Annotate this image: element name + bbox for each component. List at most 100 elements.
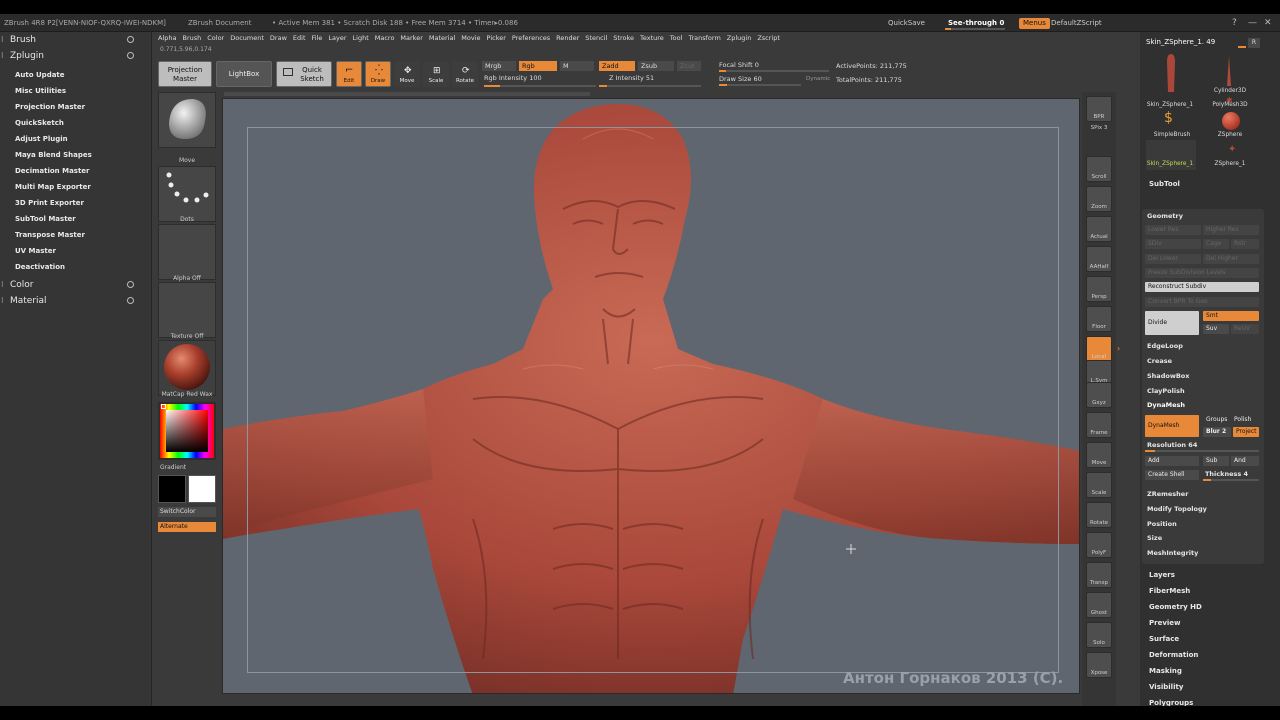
- crease-section[interactable]: Crease: [1147, 357, 1172, 365]
- menu-item[interactable]: Zplugin: [727, 32, 752, 44]
- subpalette-polygroups[interactable]: Polygroups: [1140, 696, 1266, 706]
- color-marker[interactable]: [161, 404, 166, 409]
- menu-item[interactable]: Zscript: [757, 32, 780, 44]
- draw-size-track[interactable]: [719, 84, 801, 86]
- groups-button[interactable]: Groups: [1203, 415, 1231, 425]
- create-shell-button[interactable]: Create Shell: [1145, 470, 1199, 480]
- right-tray-handle[interactable]: ›: [1117, 344, 1123, 384]
- modify-topology-section[interactable]: Modify Topology: [1147, 505, 1207, 513]
- refresh-icon[interactable]: [127, 52, 134, 59]
- menu-item[interactable]: Brush: [182, 32, 201, 44]
- switch-color-button[interactable]: SwitchColor: [158, 507, 216, 517]
- subpalette-masking[interactable]: Masking: [1140, 664, 1266, 679]
- thickness-track[interactable]: [1203, 479, 1259, 481]
- refresh-icon[interactable]: [127, 36, 134, 43]
- lightbox-button[interactable]: LightBox: [216, 61, 272, 87]
- alternate-button[interactable]: Alternate: [158, 522, 216, 532]
- plugin-item[interactable]: Maya Blend Shapes: [0, 147, 151, 163]
- resolution-track[interactable]: [1145, 450, 1259, 452]
- del-higher-button[interactable]: Del Higher: [1203, 254, 1259, 264]
- m-button[interactable]: M: [560, 61, 594, 71]
- color-picker[interactable]: [158, 402, 216, 460]
- rstr-button[interactable]: Rstr: [1231, 239, 1259, 249]
- plugin-item[interactable]: Transpose Master: [0, 227, 151, 243]
- tool-thumb-skin[interactable]: [1144, 52, 1198, 96]
- menu-item[interactable]: Preferences: [512, 32, 550, 44]
- reconstruct-subdiv-button[interactable]: Reconstruct Subdiv: [1145, 282, 1259, 292]
- see-through-track[interactable]: [945, 28, 1005, 30]
- z-intensity-track[interactable]: [599, 85, 701, 87]
- menu-item[interactable]: Edit: [293, 32, 306, 44]
- del-lower-button[interactable]: Del Lower: [1145, 254, 1201, 264]
- plugin-item[interactable]: Multi Map Exporter: [0, 179, 151, 195]
- menu-item[interactable]: Movie: [461, 32, 480, 44]
- viewport-canvas[interactable]: Антон Горнаков 2013 (C).: [222, 98, 1080, 694]
- menu-item[interactable]: Color: [207, 32, 224, 44]
- default-zscript-button[interactable]: DefaultZScript: [1047, 18, 1106, 29]
- convert-bpr-button[interactable]: Convert BPR To Geo: [1145, 297, 1259, 307]
- position-section[interactable]: Position: [1147, 520, 1177, 528]
- menu-item[interactable]: Picker: [487, 32, 506, 44]
- draw-button[interactable]: ⁛ Draw: [365, 61, 391, 87]
- divide-button[interactable]: Divide: [1145, 311, 1199, 335]
- material-palette-header[interactable]: ⁝ Material: [0, 293, 151, 309]
- rgb-intensity-slider[interactable]: Rgb Intensity 100: [484, 74, 542, 82]
- zadd-button[interactable]: Zadd: [599, 61, 635, 71]
- resolution-slider[interactable]: Resolution 64: [1147, 441, 1197, 449]
- menus-button[interactable]: Menus: [1019, 18, 1050, 29]
- refresh-icon[interactable]: [127, 281, 134, 288]
- claypolish-section[interactable]: ClayPolish: [1147, 387, 1185, 395]
- focal-shift-slider[interactable]: Focal Shift 0: [719, 61, 759, 69]
- plugin-item[interactable]: Deactivation: [0, 259, 151, 275]
- plugin-item[interactable]: Adjust Plugin: [0, 131, 151, 147]
- secondary-color-swatch[interactable]: [188, 475, 216, 503]
- higher-res-button[interactable]: Higher Res: [1203, 225, 1259, 235]
- texture-selector[interactable]: [158, 282, 216, 338]
- plugin-item[interactable]: Auto Update: [0, 67, 151, 83]
- smt-button[interactable]: Smt: [1203, 311, 1259, 321]
- plugin-item[interactable]: QuickSketch: [0, 115, 151, 131]
- subpalette-visibility[interactable]: Visibility: [1140, 680, 1266, 695]
- zremesher-section[interactable]: ZRemesher: [1147, 490, 1188, 498]
- subtool-section[interactable]: SubTool: [1140, 177, 1266, 192]
- shadowbox-section[interactable]: ShadowBox: [1147, 372, 1189, 380]
- menu-item[interactable]: Macro: [375, 32, 395, 44]
- lower-res-button[interactable]: Lower Res: [1145, 225, 1201, 235]
- cage-button[interactable]: Cage: [1203, 239, 1229, 249]
- quick-sketch-button[interactable]: Quick Sketch: [276, 61, 332, 87]
- plugin-item[interactable]: UV Master: [0, 243, 151, 259]
- minimize-icon[interactable]: —: [1248, 18, 1257, 28]
- project-button[interactable]: Project: [1233, 427, 1259, 437]
- quicksave-button[interactable]: QuickSave: [884, 18, 929, 29]
- reuv-button[interactable]: ReUV: [1231, 324, 1259, 334]
- projection-master-button[interactable]: Projection Master: [158, 61, 212, 87]
- plugin-item[interactable]: SubTool Master: [0, 211, 151, 227]
- subpalette-layers[interactable]: Layers: [1140, 568, 1266, 583]
- subpalette-fibermesh[interactable]: FiberMesh: [1140, 584, 1266, 599]
- saturation-square[interactable]: [166, 410, 208, 452]
- refresh-icon[interactable]: [127, 297, 134, 304]
- suv-button[interactable]: Suv: [1203, 324, 1229, 334]
- subpalette-deformation[interactable]: Deformation: [1140, 648, 1266, 663]
- menu-item[interactable]: Transform: [688, 32, 720, 44]
- geometry-header[interactable]: Geometry: [1147, 212, 1183, 220]
- top-shelf-scrollbar[interactable]: [224, 92, 590, 96]
- menu-item[interactable]: Document: [230, 32, 264, 44]
- menu-item[interactable]: Tool: [670, 32, 683, 44]
- menu-item[interactable]: Draw: [270, 32, 287, 44]
- material-selector[interactable]: [158, 340, 216, 396]
- menu-item[interactable]: Stencil: [585, 32, 607, 44]
- plugin-item[interactable]: Decimation Master: [0, 163, 151, 179]
- subpalette-surface[interactable]: Surface: [1140, 632, 1266, 647]
- scale-button[interactable]: ⊞ Scale: [423, 61, 449, 87]
- polish-button[interactable]: Polish: [1231, 415, 1259, 425]
- edgeloop-section[interactable]: EdgeLoop: [1147, 342, 1183, 350]
- plugin-item[interactable]: Misc Utilities: [0, 83, 151, 99]
- size-section[interactable]: Size: [1147, 534, 1162, 542]
- draw-size-slider[interactable]: Draw Size 60: [719, 75, 762, 83]
- menu-item[interactable]: Alpha: [158, 32, 176, 44]
- rotate-button[interactable]: ⟳ Rotate: [452, 61, 478, 87]
- rgb-intensity-track[interactable]: [484, 85, 596, 87]
- edit-button[interactable]: ⌐ Edit: [336, 61, 362, 87]
- sdiv-slider[interactable]: SDiv: [1145, 239, 1201, 249]
